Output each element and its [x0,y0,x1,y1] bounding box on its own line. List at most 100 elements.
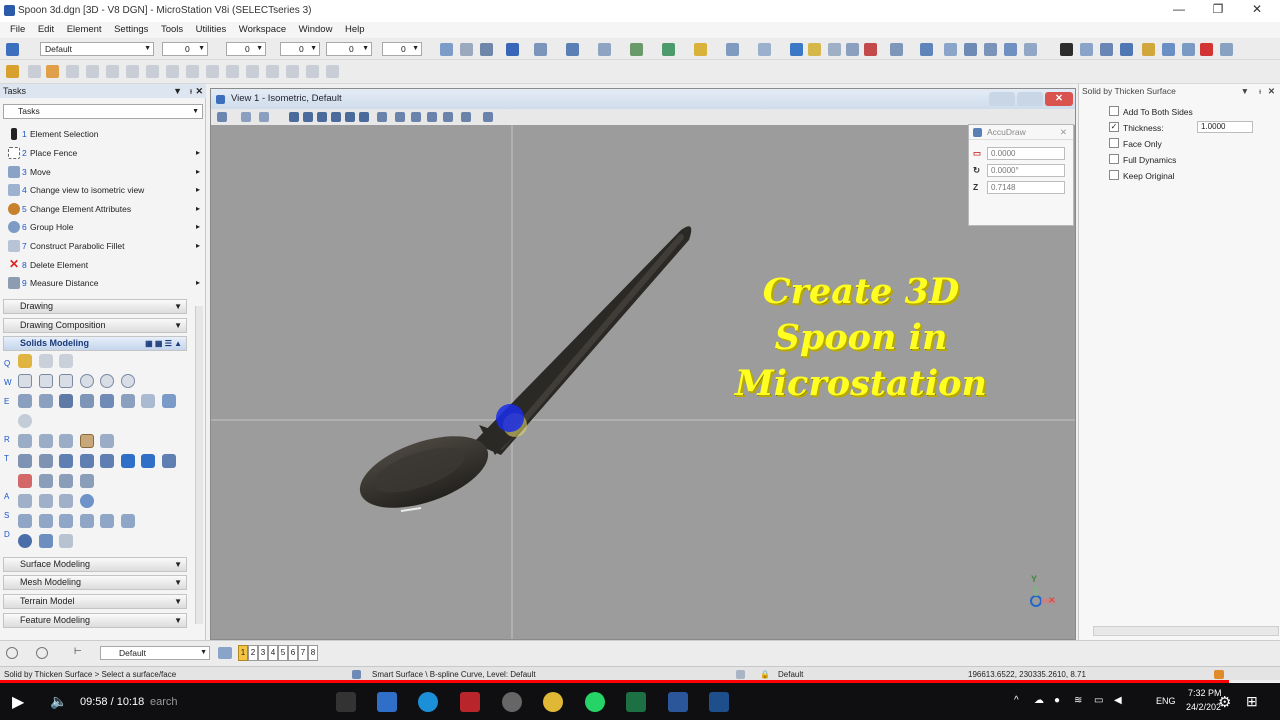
modify-tool-icon[interactable] [100,454,115,468]
animation-icon[interactable] [758,43,771,56]
subtract-icon[interactable] [59,434,74,448]
blend-icon[interactable] [59,474,74,488]
dimension-icon[interactable] [59,534,74,548]
snap-tangent-from-icon[interactable] [186,65,199,78]
accudraw-distance-field[interactable]: 0.0000 [987,147,1065,160]
tool-i-icon[interactable] [1004,43,1017,56]
app-red-icon[interactable] [460,692,480,712]
clip-volume-icon[interactable] [443,112,453,122]
views-icon[interactable] [218,647,232,659]
view-minimize-button[interactable] [989,92,1015,106]
models-icon[interactable] [506,43,519,56]
smart-tool-icon[interactable] [38,514,53,528]
dimension-icon[interactable] [38,534,53,548]
modify-tool-icon[interactable] [161,454,176,468]
priority-combo[interactable]: 0 ▼ [382,42,422,56]
menu-utilities[interactable]: Utilities [196,24,227,35]
modify-tool-icon[interactable] [38,454,53,468]
color-combo[interactable]: 0 ▼ [162,42,208,56]
panel-close-icon[interactable]: ✕ [1268,84,1275,98]
modify-tool-icon[interactable] [141,454,156,468]
view-2-button[interactable]: 2 [248,645,258,661]
modify-tool-icon[interactable] [18,454,32,468]
tool-k-icon[interactable] [1080,43,1093,56]
intersect-icon[interactable] [38,434,53,448]
maximize-button[interactable]: ❐ [1203,2,1233,18]
keep-original-option[interactable]: Keep Original [1109,170,1175,182]
thicken-icon[interactable] [100,394,115,408]
menu-tools[interactable]: Tools [161,24,183,35]
fence-icon[interactable] [440,43,453,56]
lights-icon[interactable] [694,43,707,56]
tasks-scrollbar[interactable] [195,306,203,624]
cut-icon[interactable] [141,394,156,408]
camera-icon[interactable] [726,43,739,56]
language-indicator[interactable]: ENG [1156,696,1176,706]
line-weight-combo[interactable]: 0 ▼ [280,42,320,56]
sphere-icon[interactable] [38,374,53,388]
snap-midpoint-icon[interactable] [66,65,79,78]
fullscreen-icon[interactable]: ⊞ [1246,693,1258,710]
wedge-icon[interactable] [120,374,135,388]
shell-icon[interactable] [120,394,135,408]
chrome-icon[interactable] [543,692,563,712]
print-icon[interactable] [480,43,493,56]
menu-help[interactable]: Help [345,24,365,35]
modify-tool-icon[interactable] [59,454,74,468]
display-style-icon[interactable] [241,112,251,122]
view-6-button[interactable]: 6 [288,645,298,661]
task-delete-element[interactable]: ✕ 8 Delete Element [4,256,200,274]
snap-nearest-icon[interactable] [28,65,41,78]
smart-tool-icon[interactable] [100,514,115,528]
accudraw-angle-field[interactable]: 0.0000° [987,164,1065,177]
tool-e-icon[interactable] [920,43,933,56]
revolve-icon[interactable] [38,394,53,408]
close-button[interactable]: ✕ [1242,2,1272,18]
tray-speaker-icon[interactable]: ◀ [1114,695,1122,706]
snap-intersection-icon[interactable] [146,65,159,78]
camera-icon[interactable] [427,112,437,122]
solid-tool-icon[interactable] [59,354,74,368]
word-icon[interactable] [668,692,688,712]
zoom-out-icon[interactable] [303,112,313,122]
rotate-view-icon[interactable] [345,112,355,122]
view-8-button[interactable]: 8 [308,645,318,661]
tray-battery-icon[interactable]: ▭ [1094,695,1103,706]
tool-b-icon[interactable] [846,43,859,56]
thicken-surface-icon[interactable] [79,434,94,448]
clip-mask-icon[interactable] [461,112,471,122]
active-level-icon[interactable] [6,43,19,56]
view-1-button[interactable]: 1 [238,645,248,661]
panel-menu-icon[interactable]: ▼ [1241,84,1249,98]
snap-perp-from-icon[interactable] [226,65,239,78]
microstation-taskbar-icon[interactable] [709,692,729,712]
align-icon[interactable] [18,494,32,508]
tray-mic-icon[interactable]: ● [1054,695,1060,706]
tool-p-icon[interactable] [1182,43,1195,56]
accudraw-close-icon[interactable]: ✕ [1060,125,1067,140]
tool-h-icon[interactable] [984,43,997,56]
info-icon[interactable] [790,43,803,56]
view-rotation-icon[interactable] [483,112,493,122]
thickness-checkbox[interactable]: ✓ [1109,122,1119,132]
full-dynamics-option[interactable]: Full Dynamics [1109,154,1176,166]
pin-icon[interactable]: ᵻ [1259,84,1261,98]
settings-icon[interactable] [6,647,18,659]
volume-icon[interactable]: 🔈 [50,693,67,710]
modify-tool-icon[interactable] [79,454,94,468]
fit-view-icon[interactable] [331,112,341,122]
smart-tool-icon[interactable] [18,514,32,528]
boss-icon[interactable] [161,394,176,408]
level-manager-icon[interactable] [534,43,547,56]
face-only-option[interactable]: Face Only [1109,138,1162,150]
snap-tangent-icon[interactable] [166,65,179,78]
lock-icon[interactable]: ⊢ [74,646,82,657]
menu-file[interactable]: File [10,24,25,35]
xbox-icon[interactable] [502,692,522,712]
copy-icon[interactable] [460,43,473,56]
tool-m-icon[interactable] [1120,43,1133,56]
update-view-icon[interactable] [259,112,269,122]
cylinder-icon[interactable] [59,374,74,388]
snap-origin-icon[interactable] [106,65,119,78]
sweep-icon[interactable] [59,394,74,408]
